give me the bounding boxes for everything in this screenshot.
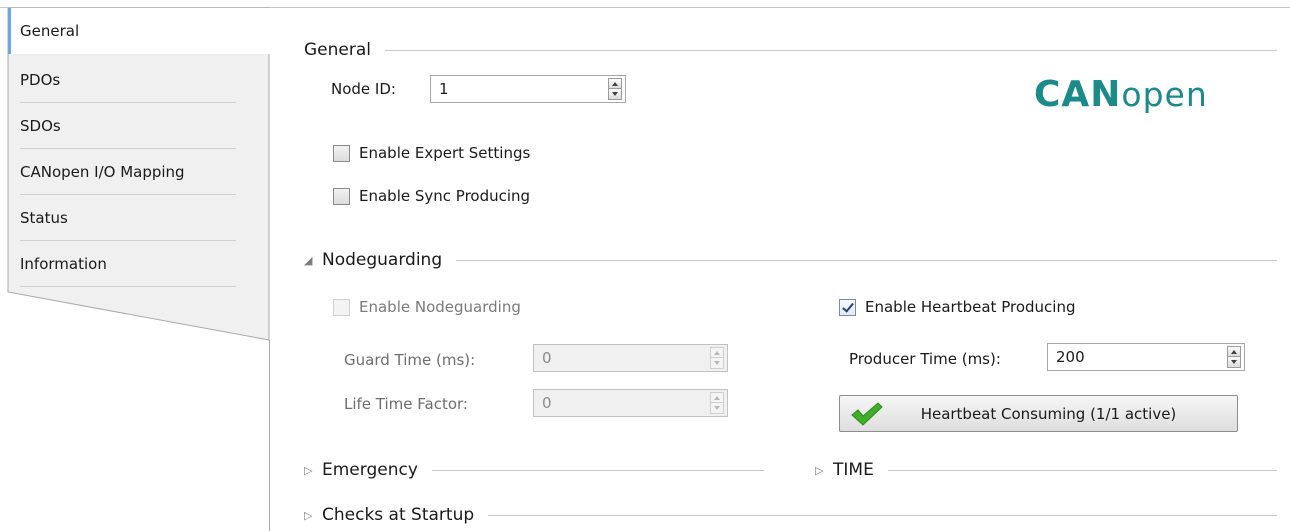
emergency-section-header[interactable]: ▷ Emergency — [304, 460, 764, 480]
logo-open-text: open — [1121, 75, 1208, 114]
checks-at-startup-section-title: Checks at Startup — [322, 505, 475, 525]
heartbeat-consuming-label: Heartbeat Consuming (1/1 active) — [920, 404, 1177, 423]
checkbox-box-checked[interactable] — [839, 298, 856, 316]
guard-time-stepper[interactable] — [710, 347, 724, 369]
spin-down-icon[interactable] — [608, 89, 622, 100]
tab-general[interactable]: General — [8, 8, 270, 54]
producer-time-spinbox[interactable] — [1047, 343, 1245, 371]
triangle-right-icon[interactable]: ▷ — [304, 464, 318, 477]
nodeguarding-section-title: Nodeguarding — [322, 250, 443, 270]
spin-up-icon[interactable] — [1227, 346, 1241, 357]
canopen-logo: CAN open — [1034, 74, 1208, 118]
sync-producing-checkbox[interactable]: Enable Sync Producing — [333, 187, 530, 205]
enable-nodeguarding-label: Enable Nodeguarding — [359, 298, 521, 316]
guard-time-label: Guard Time (ms): — [344, 351, 476, 369]
emergency-section-title: Emergency — [322, 460, 418, 480]
heartbeat-producing-checkbox[interactable]: Enable Heartbeat Producing — [839, 298, 1075, 316]
spin-up-icon[interactable] — [608, 78, 622, 89]
triangle-right-icon[interactable]: ▷ — [304, 509, 318, 522]
tab-label: CANopen I/O Mapping — [20, 163, 185, 181]
heartbeat-producing-label: Enable Heartbeat Producing — [865, 298, 1076, 316]
checkbox-box[interactable] — [333, 298, 350, 316]
spin-down-icon[interactable] — [710, 403, 724, 414]
spin-down-icon[interactable] — [710, 358, 724, 369]
tab-label: SDOs — [20, 117, 61, 135]
time-section-title: TIME — [833, 460, 874, 480]
tab-sdos[interactable]: SDOs — [8, 103, 270, 149]
spin-up-icon[interactable] — [710, 347, 724, 358]
time-section-header[interactable]: ▷ TIME — [815, 460, 1277, 480]
producer-time-stepper[interactable] — [1227, 346, 1241, 368]
spin-up-icon[interactable] — [710, 392, 724, 403]
tab-canopen-io-mapping[interactable]: CANopen I/O Mapping — [8, 149, 270, 195]
guard-time-spinbox[interactable] — [533, 344, 728, 372]
expert-settings-checkbox[interactable]: Enable Expert Settings — [333, 144, 530, 162]
producer-time-input[interactable] — [1048, 344, 1224, 370]
triangle-right-icon[interactable]: ▷ — [815, 464, 829, 477]
life-time-factor-spinbox[interactable] — [533, 389, 728, 417]
producer-time-label: Producer Time (ms): — [849, 350, 1001, 368]
enable-nodeguarding-checkbox[interactable]: Enable Nodeguarding — [333, 298, 521, 316]
checks-at-startup-section-header[interactable]: ▷ Checks at Startup — [304, 505, 1277, 525]
spin-down-icon[interactable] — [1227, 357, 1241, 368]
node-id-stepper[interactable] — [608, 78, 622, 100]
expert-settings-label: Enable Expert Settings — [359, 144, 531, 162]
node-id-spinbox[interactable] — [430, 75, 626, 103]
tab-pdos[interactable]: PDOs — [8, 57, 270, 103]
checkmark-icon — [851, 402, 883, 426]
general-section-header: General — [304, 40, 1277, 60]
life-time-factor-stepper[interactable] — [710, 392, 724, 414]
triangle-down-icon[interactable]: ◢ — [304, 254, 318, 267]
heartbeat-consuming-button[interactable]: Heartbeat Consuming (1/1 active) — [839, 395, 1238, 432]
general-section-title: General — [304, 40, 371, 60]
tab-information[interactable]: Information — [8, 241, 270, 287]
tab-label: General — [20, 22, 80, 40]
life-time-factor-input[interactable] — [534, 390, 707, 416]
tab-status[interactable]: Status — [8, 195, 270, 241]
guard-time-input[interactable] — [534, 345, 707, 371]
tab-label: Status — [20, 209, 68, 227]
content-border — [269, 340, 270, 531]
node-id-label: Node ID: — [331, 80, 396, 98]
node-id-input[interactable] — [431, 76, 605, 102]
checkbox-box[interactable] — [333, 187, 350, 205]
sync-producing-label: Enable Sync Producing — [359, 187, 531, 205]
life-time-factor-label: Life Time Factor: — [344, 395, 468, 413]
logo-can-text: CAN — [1034, 74, 1122, 115]
nodeguarding-section-header[interactable]: ◢ Nodeguarding — [304, 250, 1277, 270]
tab-label: PDOs — [20, 71, 61, 89]
checkbox-box[interactable] — [333, 144, 350, 162]
tab-label: Information — [20, 255, 107, 273]
